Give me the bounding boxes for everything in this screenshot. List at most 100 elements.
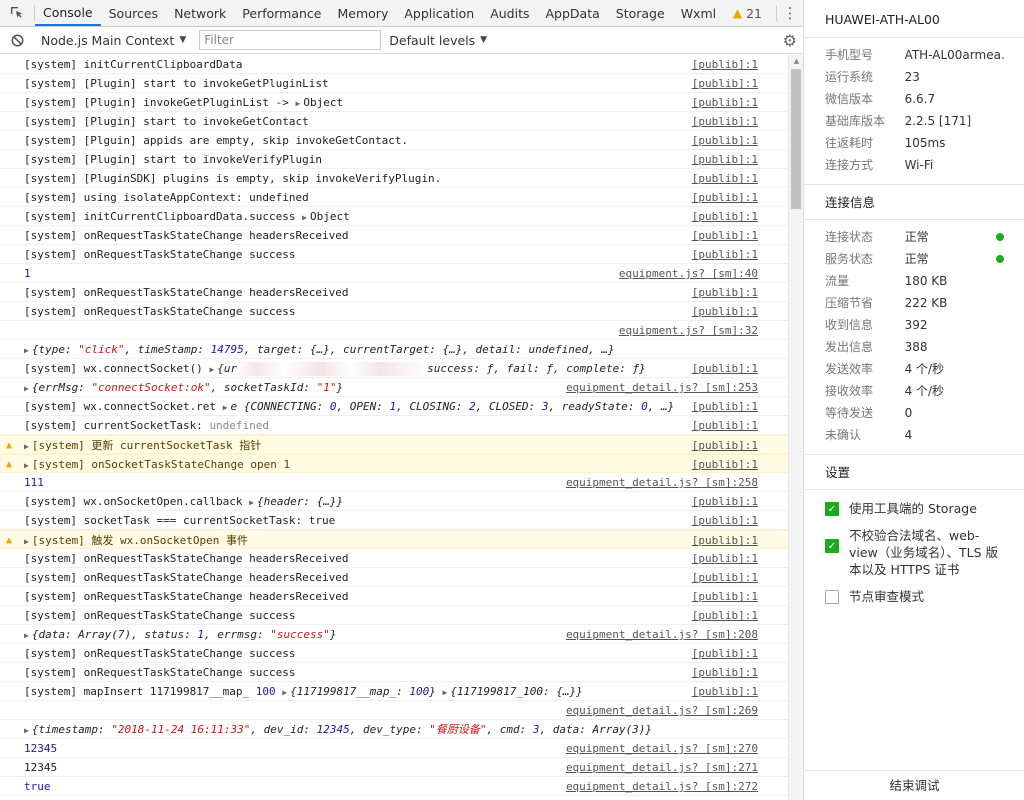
tab-storage[interactable]: Storage	[608, 0, 673, 26]
source-link[interactable]: equipment_detail.js? [sm]:271	[566, 758, 758, 776]
conn-value: 4 个/秒	[904, 384, 945, 398]
tab-performance[interactable]: Performance	[234, 0, 329, 26]
log-message: [system] onRequestTaskStateChange succes…	[24, 305, 296, 318]
source-link[interactable]: [publib]:1	[692, 283, 758, 301]
log-message: 1	[24, 267, 31, 280]
source-link[interactable]: [publib]:1	[692, 359, 758, 377]
conn-value: 222 KB	[904, 296, 948, 310]
source-link[interactable]: equipment_detail.js? [sm]:270	[566, 739, 758, 757]
object-text: , readyState:	[548, 400, 642, 413]
source-link[interactable]: [publib]:1	[692, 531, 758, 548]
clear-console-icon[interactable]	[0, 34, 34, 47]
scrollbar-thumb[interactable]	[791, 69, 801, 209]
expand-object[interactable]: ▶ e {CONNECTING: 0, OPEN: 1, CLOSING: 2, …	[223, 400, 675, 413]
conn-row: 流量 180 KB	[805, 270, 1024, 292]
checkbox-checked-icon[interactable]: ✓	[825, 539, 839, 553]
tab-sources[interactable]: Sources	[101, 0, 166, 26]
source-link[interactable]: equipment_detail.js? [sm]:272	[566, 777, 758, 795]
inspect-element-icon[interactable]	[0, 0, 34, 26]
expand-object[interactable]: ▶ Object	[302, 210, 350, 223]
source-link[interactable]: [publib]:1	[692, 226, 758, 244]
log-message: [system] 更新 currentSocketTask 指针	[31, 439, 262, 452]
expand-object[interactable]: ▶ {117199817_100: {…}}	[442, 685, 582, 698]
source-link[interactable]: equipment_detail.js? [sm]:258	[566, 473, 758, 491]
source-link[interactable]: [publib]:1	[692, 511, 758, 529]
expand-object[interactable]: ▶ [system] onSocketTaskStateChange open 1	[24, 458, 290, 471]
expand-object[interactable]: ▶ {errMsg: "connectSocket:ok", socketTask…	[24, 381, 343, 394]
expand-object[interactable]: ▶ [system] 更新 currentSocketTask 指针	[24, 439, 261, 452]
filter-input[interactable]	[199, 30, 382, 50]
gear-icon[interactable]: ⚙	[783, 31, 797, 50]
tab-wxml[interactable]: Wxml	[673, 0, 724, 26]
log-message: [system] mapInsert 117199817__map_	[24, 685, 256, 698]
source-link[interactable]: equipment_detail.js? [sm]:208	[566, 625, 758, 643]
object-text: }	[429, 685, 436, 698]
setting-use-tool-storage[interactable]: ✓ 使用工具端的 Storage	[805, 500, 1024, 517]
warnings-counter[interactable]: ▲ 21	[733, 6, 762, 21]
checkbox-checked-icon[interactable]: ✓	[825, 502, 839, 516]
source-link[interactable]: [publib]:1	[692, 302, 758, 320]
log-message: [system] using isolateAppContext: undefi…	[24, 191, 309, 204]
source-link[interactable]: [publib]:1	[692, 131, 758, 149]
tab-console[interactable]: Console	[35, 0, 101, 26]
source-link[interactable]: [publib]:1	[692, 55, 758, 73]
end-debug-button[interactable]: 结束调试	[805, 770, 1024, 800]
source-link[interactable]: [publib]:1	[692, 169, 758, 187]
source-link[interactable]: [publib]:1	[692, 568, 758, 586]
log-message: 12345	[24, 761, 58, 774]
more-options-icon[interactable]: ⋮	[777, 5, 803, 21]
info-key: 基础库版本	[825, 114, 886, 128]
log-value-undefined: undefined	[209, 419, 270, 432]
expand-object[interactable]: ▶ {ur success: ƒ, fail: ƒ, complete: ƒ}	[209, 362, 646, 376]
log-message: 111	[24, 476, 44, 489]
source-link[interactable]: equipment_detail.js? [sm]:253	[566, 378, 758, 396]
source-link[interactable]: equipment.js? [sm]:40	[619, 264, 758, 282]
source-link[interactable]: [publib]:1	[692, 93, 758, 111]
tab-application[interactable]: Application	[396, 0, 482, 26]
source-link[interactable]: [publib]:1	[692, 663, 758, 681]
tab-memory[interactable]: Memory	[330, 0, 397, 26]
tab-appdata[interactable]: AppData	[537, 0, 607, 26]
source-link[interactable]: [publib]:1	[692, 455, 758, 472]
expand-object[interactable]: ▶ Object	[296, 96, 344, 109]
source-link[interactable]: [publib]:1	[692, 682, 758, 700]
context-selector[interactable]: Node.js Main Context ▼	[35, 33, 192, 48]
expand-object[interactable]: ▶ {data: Array(7), status: 1, errmsg: "su…	[24, 628, 337, 641]
source-link[interactable]: equipment_detail.js? [sm]:269	[566, 701, 758, 719]
scroll-up-icon[interactable]: ▲	[789, 57, 803, 65]
log-message: [system] wx.connectSocket()	[24, 362, 210, 375]
source-link[interactable]: [publib]:1	[692, 644, 758, 662]
source-link[interactable]: equipment.js? [sm]:32	[619, 321, 758, 339]
source-link[interactable]: [publib]:1	[692, 112, 758, 130]
console-row: [system] currentSocketTask: undefined [pu…	[0, 416, 788, 435]
setting-node-inspect-mode[interactable]: 节点审查模式	[805, 588, 1024, 605]
source-link[interactable]: [publib]:1	[692, 606, 758, 624]
source-link[interactable]: [publib]:1	[692, 436, 758, 453]
tab-audits[interactable]: Audits	[482, 0, 537, 26]
console-row: [system] [Plugin] invokeGetPluginList ->…	[0, 93, 788, 112]
expand-object[interactable]: ▶ {header: {…}}	[249, 495, 343, 508]
source-link[interactable]: [publib]:1	[692, 245, 758, 263]
source-link[interactable]: [publib]:1	[692, 587, 758, 605]
expand-object[interactable]: ▶ {timestamp: "2018-11-24 16:11:33", dev_…	[24, 723, 652, 736]
console-scrollbar[interactable]: ▲	[788, 55, 803, 800]
source-link[interactable]: [publib]:1	[692, 492, 758, 510]
expand-object[interactable]: ▶ {117199817__map_: 100}	[282, 685, 436, 698]
log-message: [system] 触发 wx.onSocketOpen 事件	[31, 534, 249, 547]
checkbox-unchecked-icon[interactable]	[825, 590, 839, 604]
expand-object[interactable]: ▶ {type: "click", timeStamp: 14795, targe…	[24, 343, 615, 356]
source-link[interactable]: [publib]:1	[692, 188, 758, 206]
source-link[interactable]: [publib]:1	[692, 416, 758, 434]
source-link[interactable]: [publib]:1	[692, 150, 758, 168]
tab-network[interactable]: Network	[166, 0, 234, 26]
console-row-warning: ▲ ▶ [system] 更新 currentSocketTask 指针 [publi…	[0, 435, 788, 454]
console-row: [system] using isolateAppContext: undefi…	[0, 188, 788, 207]
setting-skip-domain-check[interactable]: ✓ 不校验合法域名、web-view（业务域名）、TLS 版本以及 HTTPS …	[805, 527, 1024, 578]
source-link[interactable]: [publib]:1	[692, 207, 758, 225]
source-link[interactable]: [publib]:1	[692, 74, 758, 92]
expand-object[interactable]: ▶ [system] 触发 wx.onSocketOpen 事件	[24, 534, 248, 547]
log-levels-dropdown[interactable]: Default levels ▼	[389, 33, 487, 48]
source-link[interactable]: [publib]:1	[692, 397, 758, 415]
source-link[interactable]: [publib]:1	[692, 549, 758, 567]
object-text: , data: Array(3)}	[539, 723, 653, 736]
